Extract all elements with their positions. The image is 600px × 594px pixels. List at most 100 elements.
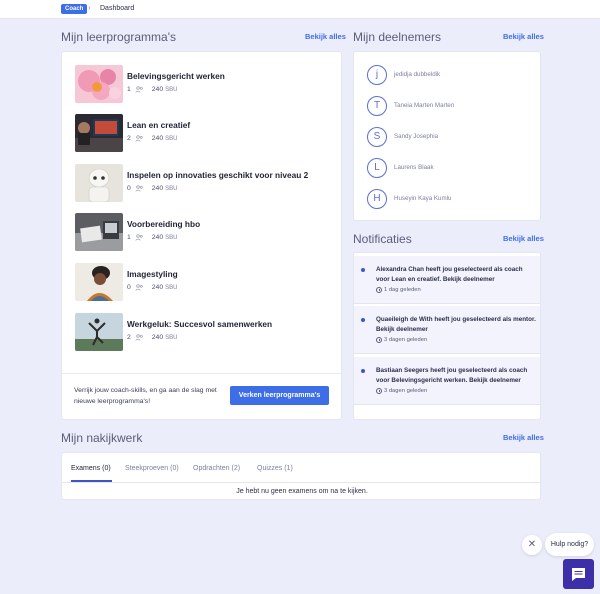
participants-title: Mijn deelnemers <box>353 30 442 44</box>
participant-count: 1 <box>127 86 131 93</box>
program-title: Imagestyling <box>127 269 178 279</box>
people-icon <box>135 334 143 341</box>
chat-button[interactable] <box>563 559 594 589</box>
program-item[interactable]: Belevingsgericht werken 1 240 SBU <box>75 65 335 103</box>
program-meta: 2 240 SBU <box>127 334 177 341</box>
program-meta: 0 240 SBU <box>127 284 177 291</box>
review-see-all-link[interactable]: Bekijk alles <box>503 433 544 442</box>
cta-divider <box>62 373 342 374</box>
sbu-label: SBU <box>165 234 178 241</box>
people-icon <box>135 86 143 93</box>
program-item[interactable]: Werkgeluk: Succesvol samenwerken 2 240 S… <box>75 313 335 351</box>
notification-time-text: 3 dagen geleden <box>384 388 428 394</box>
clock-icon <box>376 388 382 394</box>
participants-see-all-link[interactable]: Bekijk alles <box>503 32 544 41</box>
sbu-label: SBU <box>165 86 178 93</box>
program-title: Belevingsgericht werken <box>127 71 225 81</box>
participant-name: Taneia Marten Marten <box>394 102 455 109</box>
clock-icon <box>376 287 382 293</box>
program-thumbnail <box>75 65 123 103</box>
participant-item[interactable]: S Sandy Josephia <box>367 127 537 147</box>
participant-count: 0 <box>127 284 131 291</box>
participant-count: 0 <box>127 185 131 192</box>
notifications-card: Alexandra Chan heeft jou geselecteerd al… <box>353 252 541 420</box>
participant-count: 1 <box>127 234 131 241</box>
program-title: Inspelen op innovaties geschikt voor niv… <box>127 170 309 180</box>
program-title: Voorbereiding hbo <box>127 219 201 229</box>
sbu-value: 240 <box>151 135 164 142</box>
sbu-label: SBU <box>165 135 178 142</box>
tab-quizzes[interactable]: Quizzes (1) <box>257 465 293 472</box>
program-title: Werkgeluk: Succesvol samenwerken <box>127 319 273 329</box>
breadcrumb-separator: › <box>88 5 91 12</box>
review-tabs: Examens (0) Steekproeven (0) Opdrachten … <box>62 453 542 483</box>
participant-item[interactable]: T Taneia Marten Marten <box>367 96 537 116</box>
breadcrumb-coach-badge[interactable]: Coach <box>61 4 88 14</box>
program-thumbnail <box>75 164 123 202</box>
program-title: Lean en creatief <box>127 120 191 130</box>
program-meta: 0 240 SBU <box>127 185 177 192</box>
people-icon <box>135 284 143 291</box>
participant-name: Huseyin Kaya Kumlu <box>394 195 452 202</box>
sbu-label: SBU <box>165 334 178 341</box>
cta-text: Verrijk jouw coach-skills, en ga aan de … <box>74 387 217 405</box>
program-meta: 1 240 SBU <box>127 86 177 93</box>
people-icon <box>135 185 143 192</box>
sbu-label: SBU <box>165 185 178 192</box>
notification-time: 3 dagen geleden <box>376 388 427 394</box>
notifications-see-all-link[interactable]: Bekijk alles <box>503 234 544 243</box>
tab-examens[interactable]: Examens (0) <box>71 465 111 472</box>
notification-item[interactable]: Bastiaan Seegers heeft jou geselecteerd … <box>354 357 540 405</box>
program-item[interactable]: Lean en creatief 2 240 SBU <box>75 114 335 152</box>
empty-message: Je hebt nu geen examens om na te kijken. <box>236 488 368 495</box>
program-meta: 2 240 SBU <box>127 135 177 142</box>
chat-icon <box>572 568 585 581</box>
review-card: Examens (0) Steekproeven (0) Opdrachten … <box>61 452 542 500</box>
participant-item[interactable]: L Laurens Blaak <box>367 158 537 178</box>
participants-card: j jedidja dubbeldik T Taneia Marten Mart… <box>353 51 541 221</box>
program-item[interactable]: Inspelen op innovaties geschikt voor niv… <box>75 164 335 202</box>
participant-count: 2 <box>127 135 131 142</box>
program-item[interactable]: Imagestyling 0 240 SBU <box>75 263 335 301</box>
sbu-value: 240 <box>151 185 164 192</box>
explore-programs-button[interactable]: Verken leerprogramma's <box>230 386 329 405</box>
participant-item[interactable]: j jedidja dubbeldik <box>367 65 537 85</box>
participant-name: Sandy Josephia <box>394 133 439 140</box>
avatar: H <box>367 189 387 209</box>
participant-count: 2 <box>127 334 131 341</box>
avatar: T <box>367 96 387 116</box>
sbu-value: 240 <box>151 86 164 93</box>
participant-name: Laurens Blaak <box>394 164 434 171</box>
sbu-label: SBU <box>165 284 178 291</box>
people-icon <box>135 135 143 142</box>
unread-dot <box>361 318 365 322</box>
programs-title: Mijn leerprogramma's <box>61 30 176 44</box>
close-help-button[interactable]: ✕ <box>522 535 542 555</box>
sbu-value: 240 <box>151 334 164 341</box>
notification-time-text: 3 dagen geleden <box>384 337 428 343</box>
program-thumbnail <box>75 114 123 152</box>
participant-item[interactable]: H Huseyin Kaya Kumlu <box>367 189 537 209</box>
help-bubble[interactable]: Hulp nodig? <box>545 533 594 556</box>
unread-dot <box>361 268 365 272</box>
top-bar: Coach › Dashboard <box>0 0 600 19</box>
program-item[interactable]: Voorbereiding hbo 1 240 SBU <box>75 213 335 251</box>
programs-see-all-link[interactable]: Bekijk alles <box>305 32 346 41</box>
tab-steekproeven[interactable]: Steekproeven (0) <box>125 465 179 472</box>
notification-text: Quaeileigh de With heeft jou geselecteer… <box>376 316 536 333</box>
avatar: j <box>367 65 387 85</box>
program-thumbnail <box>75 213 123 251</box>
notification-item[interactable]: Alexandra Chan heeft jou geselecteerd al… <box>354 256 540 304</box>
notification-text: Bastiaan Seegers heeft jou geselecteerd … <box>376 367 528 384</box>
sbu-value: 240 <box>151 234 164 241</box>
notification-text: Alexandra Chan heeft jou geselecteerd al… <box>376 266 523 283</box>
sbu-value: 240 <box>151 284 164 291</box>
clock-icon <box>376 337 382 343</box>
tab-opdrachten[interactable]: Opdrachten (2) <box>193 465 240 472</box>
notification-item[interactable]: Quaeileigh de With heeft jou geselecteer… <box>354 306 540 354</box>
unread-dot <box>361 369 365 373</box>
avatar: L <box>367 158 387 178</box>
program-thumbnail <box>75 313 123 351</box>
notification-time-text: 1 dag geleden <box>384 287 421 293</box>
notification-time: 1 dag geleden <box>376 287 421 293</box>
